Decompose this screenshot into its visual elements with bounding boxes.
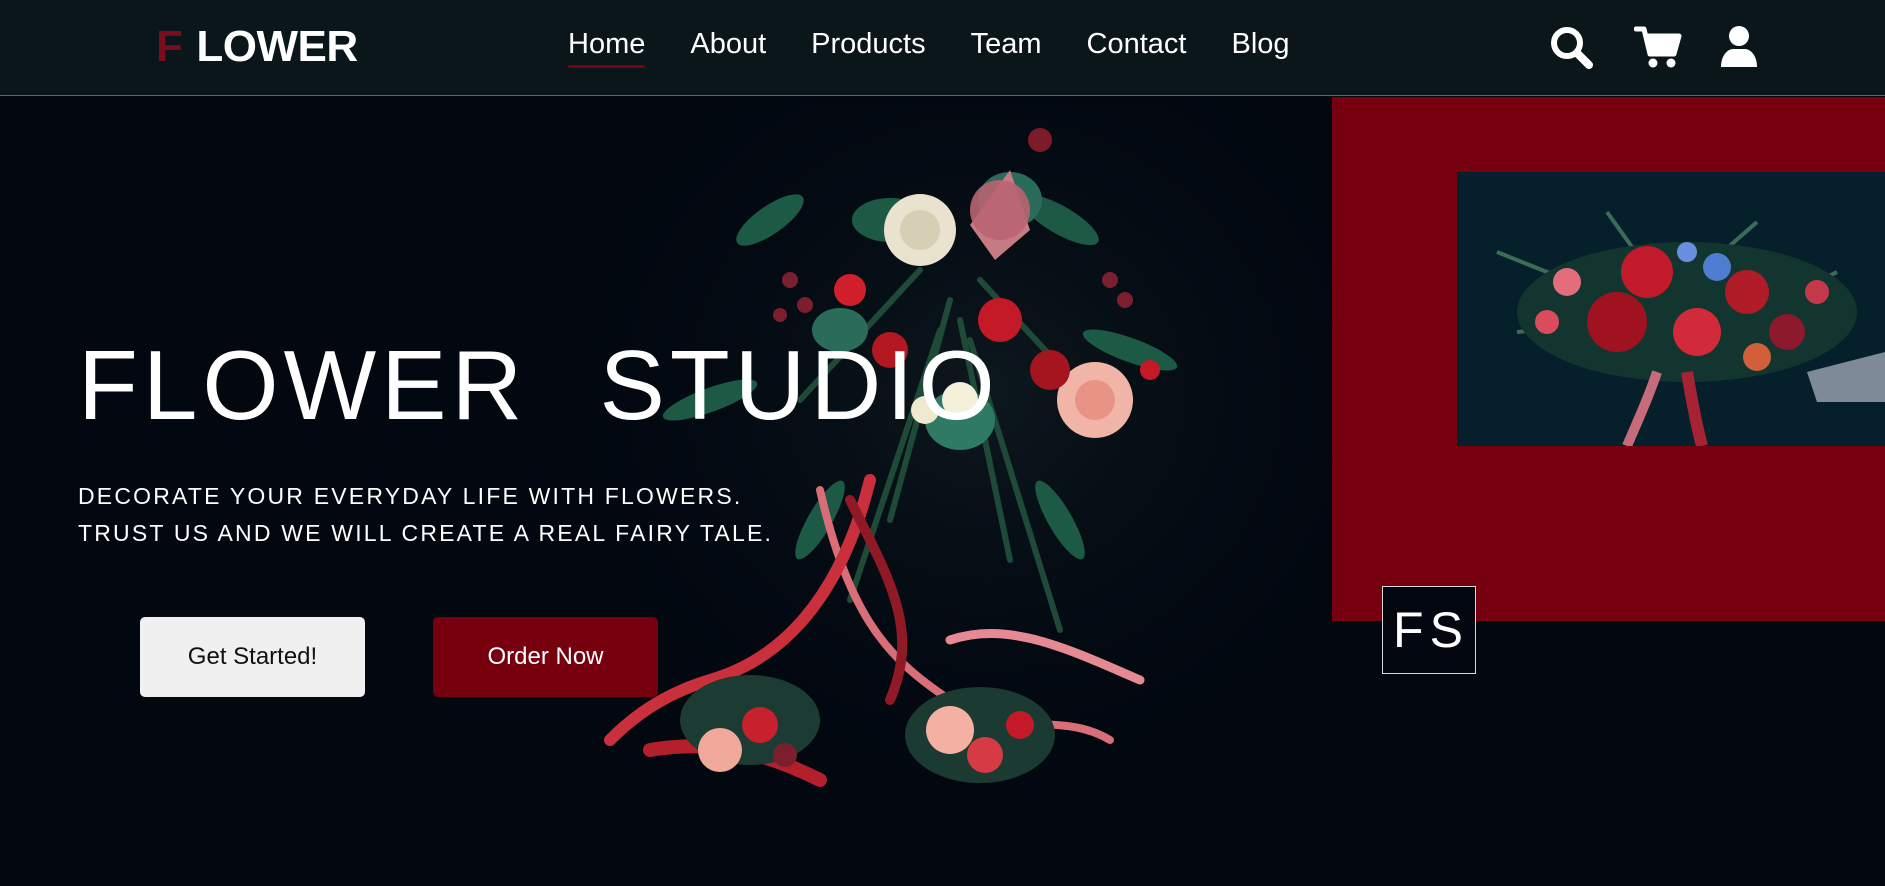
bouquet-image xyxy=(590,100,1380,835)
hero-subtitle-line-1: DECORATE YOUR EVERYDAY LIFE WITH FLOWERS… xyxy=(78,483,743,509)
hero-subtitle-line-2: TRUST US AND WE WILL CREATE A REAL FAIRY… xyxy=(78,520,774,546)
nav-icons xyxy=(1548,24,1758,70)
nav-blog[interactable]: Blog xyxy=(1231,24,1289,64)
nav-about[interactable]: About xyxy=(690,24,766,64)
top-navbar: F LOWER Home About Products Team Contact … xyxy=(0,0,1885,96)
cart-icon[interactable] xyxy=(1634,24,1682,70)
fs-badge: FS xyxy=(1382,586,1476,674)
bouquet-thumbnail xyxy=(1457,172,1885,446)
get-started-button[interactable]: Get Started! xyxy=(140,617,365,697)
hero-title: FLOWER STUDIO xyxy=(78,330,1000,440)
main-nav: Home About Products Team Contact Blog xyxy=(568,24,1335,68)
user-icon[interactable] xyxy=(1720,25,1758,69)
order-now-button[interactable]: Order Now xyxy=(433,617,658,697)
brand-initial: F xyxy=(156,22,183,71)
hero-subtitle: DECORATE YOUR EVERYDAY LIFE WITH FLOWERS… xyxy=(78,478,773,552)
nav-team[interactable]: Team xyxy=(971,24,1042,64)
nav-home[interactable]: Home xyxy=(568,24,646,68)
brand-logo[interactable]: F LOWER xyxy=(156,22,358,72)
nav-contact[interactable]: Contact xyxy=(1087,24,1187,64)
nav-products[interactable]: Products xyxy=(811,24,925,64)
brand-name: LOWER xyxy=(196,22,358,71)
search-icon[interactable] xyxy=(1548,24,1594,70)
